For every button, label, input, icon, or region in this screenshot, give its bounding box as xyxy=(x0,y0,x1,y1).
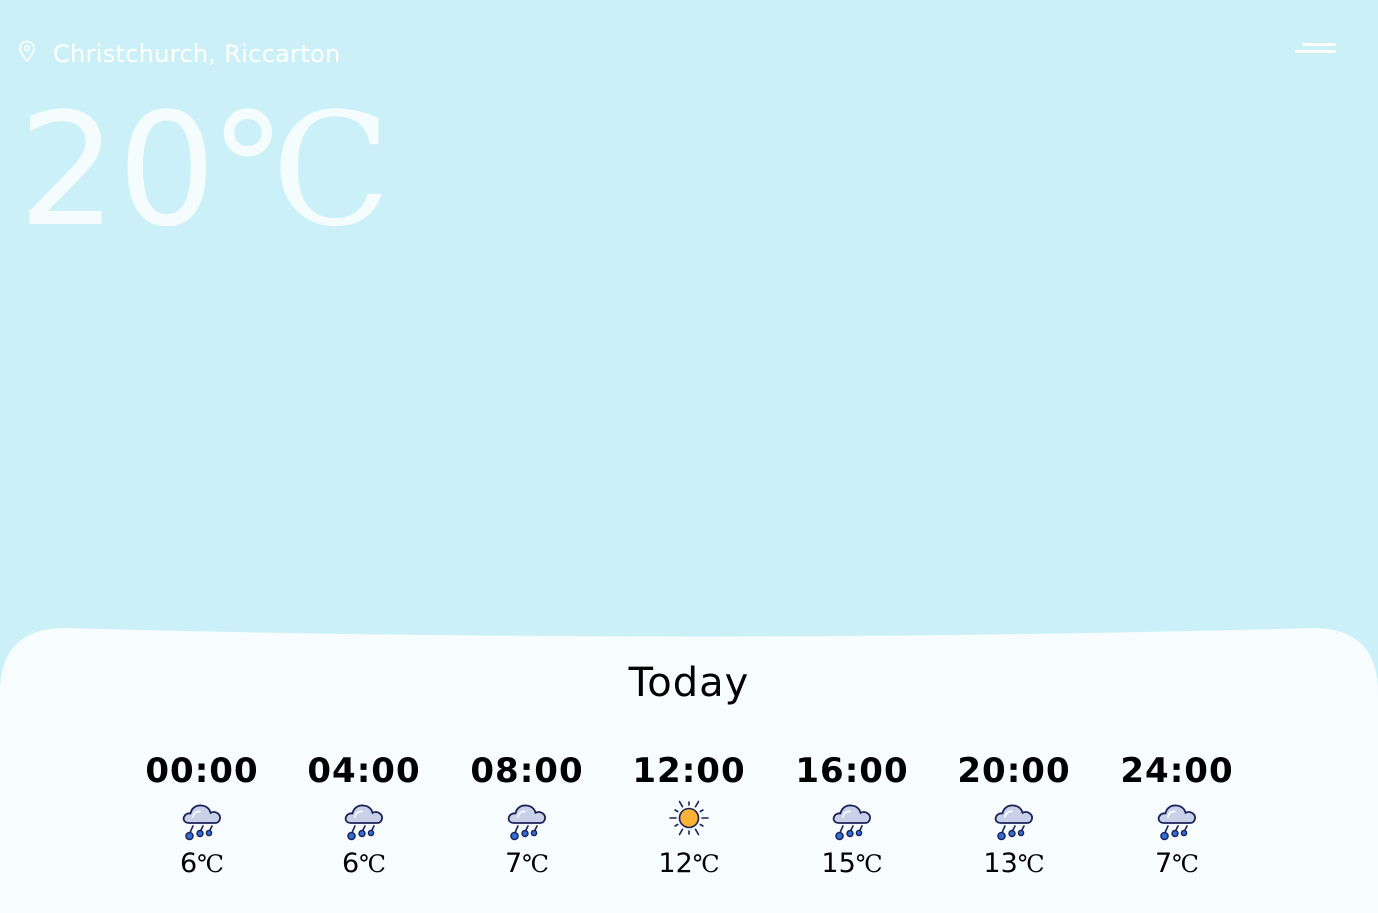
hour-temperature-unit: ℃ xyxy=(692,850,720,878)
hour-temperature-unit: ℃ xyxy=(359,850,387,878)
hour-temperature-unit: ℃ xyxy=(1017,850,1045,878)
menu-button[interactable] xyxy=(1290,40,1340,62)
hour-forecast-item: 20:00 13℃ xyxy=(944,750,1084,880)
hour-forecast-item: 00:00 6℃ xyxy=(132,750,272,880)
hourly-forecast: 00:00 6℃ 04:00 6℃ 08:00 7℃ 12:00 12℃ 16:00 15℃ 20:… xyxy=(0,750,1378,900)
current-temperature-unit: ℃ xyxy=(216,79,392,261)
hour-forecast-item: 12:00 12℃ xyxy=(619,750,759,880)
hour-temperature: 6℃ xyxy=(294,848,434,880)
hour-temperature: 7℃ xyxy=(1107,848,1247,880)
hour-temperature-value: 12 xyxy=(658,848,693,879)
hour-temperature: 12℃ xyxy=(619,848,759,880)
map-pin-icon xyxy=(19,40,35,63)
hour-time: 08:00 xyxy=(470,751,584,791)
hour-temperature-value: 6 xyxy=(179,848,198,879)
hour-temperature: 13℃ xyxy=(944,848,1084,880)
hour-time: 04:00 xyxy=(307,751,421,791)
hour-time: 24:00 xyxy=(1120,751,1234,791)
hour-temperature-value: 7 xyxy=(504,848,523,879)
location-header: Christchurch, Riccarton xyxy=(18,40,341,68)
rain-cloud-icon xyxy=(341,796,387,842)
location-name: Christchurch, Riccarton xyxy=(53,40,341,68)
hour-temperature-value: 7 xyxy=(1154,848,1173,879)
hour-temperature-unit: ℃ xyxy=(1172,850,1200,878)
hour-forecast-item: 16:00 15℃ xyxy=(782,750,922,880)
hour-forecast-item: 24:00 7℃ xyxy=(1107,750,1247,880)
rain-cloud-icon xyxy=(504,796,550,842)
rain-cloud-icon xyxy=(179,796,225,842)
hour-forecast-item: 04:00 6℃ xyxy=(294,750,434,880)
weather-app: Christchurch, Riccarton 20℃ Today 00:00 6… xyxy=(0,0,1378,913)
menu-icon xyxy=(1302,43,1336,46)
hour-temperature: 6℃ xyxy=(132,848,272,880)
hour-temperature-value: 13 xyxy=(983,848,1018,879)
hour-time: 16:00 xyxy=(795,751,909,791)
menu-icon-bar xyxy=(1295,50,1336,53)
current-temperature: 20℃ xyxy=(18,92,391,248)
hour-time: 00:00 xyxy=(145,751,259,791)
hour-time: 20:00 xyxy=(957,751,1071,791)
hour-temperature: 15℃ xyxy=(782,848,922,880)
hour-temperature-value: 15 xyxy=(821,848,856,879)
sun-icon xyxy=(666,796,712,842)
hour-forecast-item: 08:00 7℃ xyxy=(457,750,597,880)
rain-cloud-icon xyxy=(829,796,875,842)
hour-time: 12:00 xyxy=(632,751,746,791)
hour-temperature-unit: ℃ xyxy=(197,850,225,878)
rain-cloud-icon xyxy=(991,796,1037,842)
forecast-title: Today xyxy=(628,660,750,706)
current-temperature-value: 20 xyxy=(18,79,217,261)
hour-temperature: 7℃ xyxy=(457,848,597,880)
hour-temperature-value: 6 xyxy=(341,848,360,879)
hour-temperature-unit: ℃ xyxy=(855,850,883,878)
rain-cloud-icon xyxy=(1154,796,1200,842)
hour-temperature-unit: ℃ xyxy=(522,850,550,878)
